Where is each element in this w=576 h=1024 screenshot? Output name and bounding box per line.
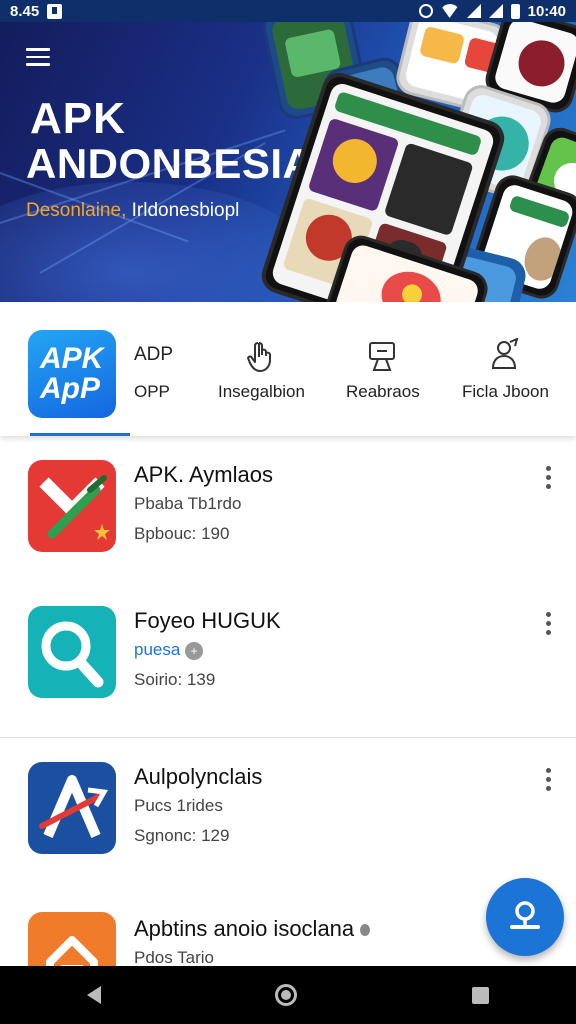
- app-subtitle: Pbaba Tb1rdo: [134, 494, 242, 513]
- app-subtitle-text: puesa: [134, 640, 181, 659]
- tab-category-3[interactable]: Ficla Jboon: [462, 382, 549, 402]
- more-options-icon[interactable]: [546, 466, 552, 490]
- system-nav-bar: [0, 966, 576, 1024]
- more-options-icon[interactable]: [546, 768, 552, 792]
- info-icon[interactable]: +: [185, 641, 204, 660]
- floating-action-button[interactable]: [486, 878, 564, 956]
- app-subtitle: puesa +: [134, 640, 204, 660]
- list-item[interactable]: APK. Aymlaos Pbaba Tb1rdo Bpbouc: 190: [0, 436, 576, 592]
- apk-logo-line1: APK: [40, 342, 104, 375]
- list-item[interactable]: Foyeo HUGUK puesa + Soirio: 139: [0, 582, 576, 738]
- tab-category-2[interactable]: Reabraos: [346, 382, 420, 402]
- recent-apps-icon[interactable]: [471, 986, 489, 1004]
- more-options-icon[interactable]: [546, 612, 552, 636]
- app-name[interactable]: Foyeo HUGUK: [134, 608, 281, 634]
- dot-icon: [360, 924, 371, 936]
- back-icon[interactable]: [87, 986, 102, 1004]
- status-time-right: 10:40: [527, 2, 566, 20]
- app-meta: Soirio: 139: [134, 670, 216, 689]
- wifi-icon: [441, 4, 459, 18]
- phones-illustration: [257, 22, 576, 302]
- hand-pointer-icon[interactable]: [246, 340, 276, 374]
- category-tabs: APK ApP ADP OPP Insegalbion Reabraos Fic…: [0, 302, 576, 436]
- a-arrow-icon[interactable]: [28, 762, 116, 854]
- status-bar: 8.45 10:40: [0, 0, 576, 22]
- menu-icon[interactable]: [26, 48, 50, 66]
- user-edit-icon[interactable]: [490, 338, 520, 372]
- signal-icon: [466, 4, 481, 18]
- battery-icon: [510, 3, 520, 19]
- apk-logo-line2: ApP: [40, 372, 100, 405]
- tab-app-top-label[interactable]: ADP: [134, 344, 173, 366]
- user-icon: [510, 901, 540, 929]
- app-name[interactable]: Apbtins anoio isoclana: [134, 916, 371, 942]
- app-subtitle: Pucs 1rides: [134, 796, 223, 815]
- apk-app-logo[interactable]: APK ApP: [28, 330, 116, 418]
- list-item[interactable]: Aulpolynclais Pucs 1rides Sgnonc: 129: [0, 738, 576, 894]
- app-name[interactable]: Aulpolynclais: [134, 764, 262, 790]
- status-time-left: 8.45: [10, 2, 40, 20]
- home-icon[interactable]: [275, 984, 298, 1006]
- tagline-rest: Irldonesbiopl: [126, 200, 240, 221]
- hero-banner: APK ANDONBESIA Desonlaine, Irldonesbiopl: [0, 22, 576, 302]
- banner-title-line1: APK: [30, 94, 126, 143]
- tab-app-bottom-label[interactable]: OPP: [134, 382, 170, 402]
- tagline-highlight: Desonlaine,: [26, 200, 127, 221]
- notification-icon: [47, 3, 63, 19]
- app-meta: Sgnonc: 129: [134, 826, 230, 845]
- magnifier-icon[interactable]: [28, 606, 116, 698]
- signal-icon-2: [488, 4, 503, 18]
- alarm-icon: [418, 4, 433, 18]
- active-tab-indicator: [30, 433, 130, 436]
- app-name[interactable]: APK. Aymlaos: [134, 462, 273, 488]
- display-stand-icon[interactable]: [367, 340, 397, 374]
- app-meta: Bpbouc: 190: [134, 524, 230, 543]
- app-name-text: Apbtins anoio isoclana: [134, 916, 355, 941]
- banner-tagline: Desonlaine, Irldonesbiopl: [26, 200, 239, 222]
- apk-star-icon[interactable]: [28, 460, 116, 552]
- tab-category-1[interactable]: Insegalbion: [218, 382, 305, 402]
- app-subtitle: Pdos Tario: [134, 948, 215, 967]
